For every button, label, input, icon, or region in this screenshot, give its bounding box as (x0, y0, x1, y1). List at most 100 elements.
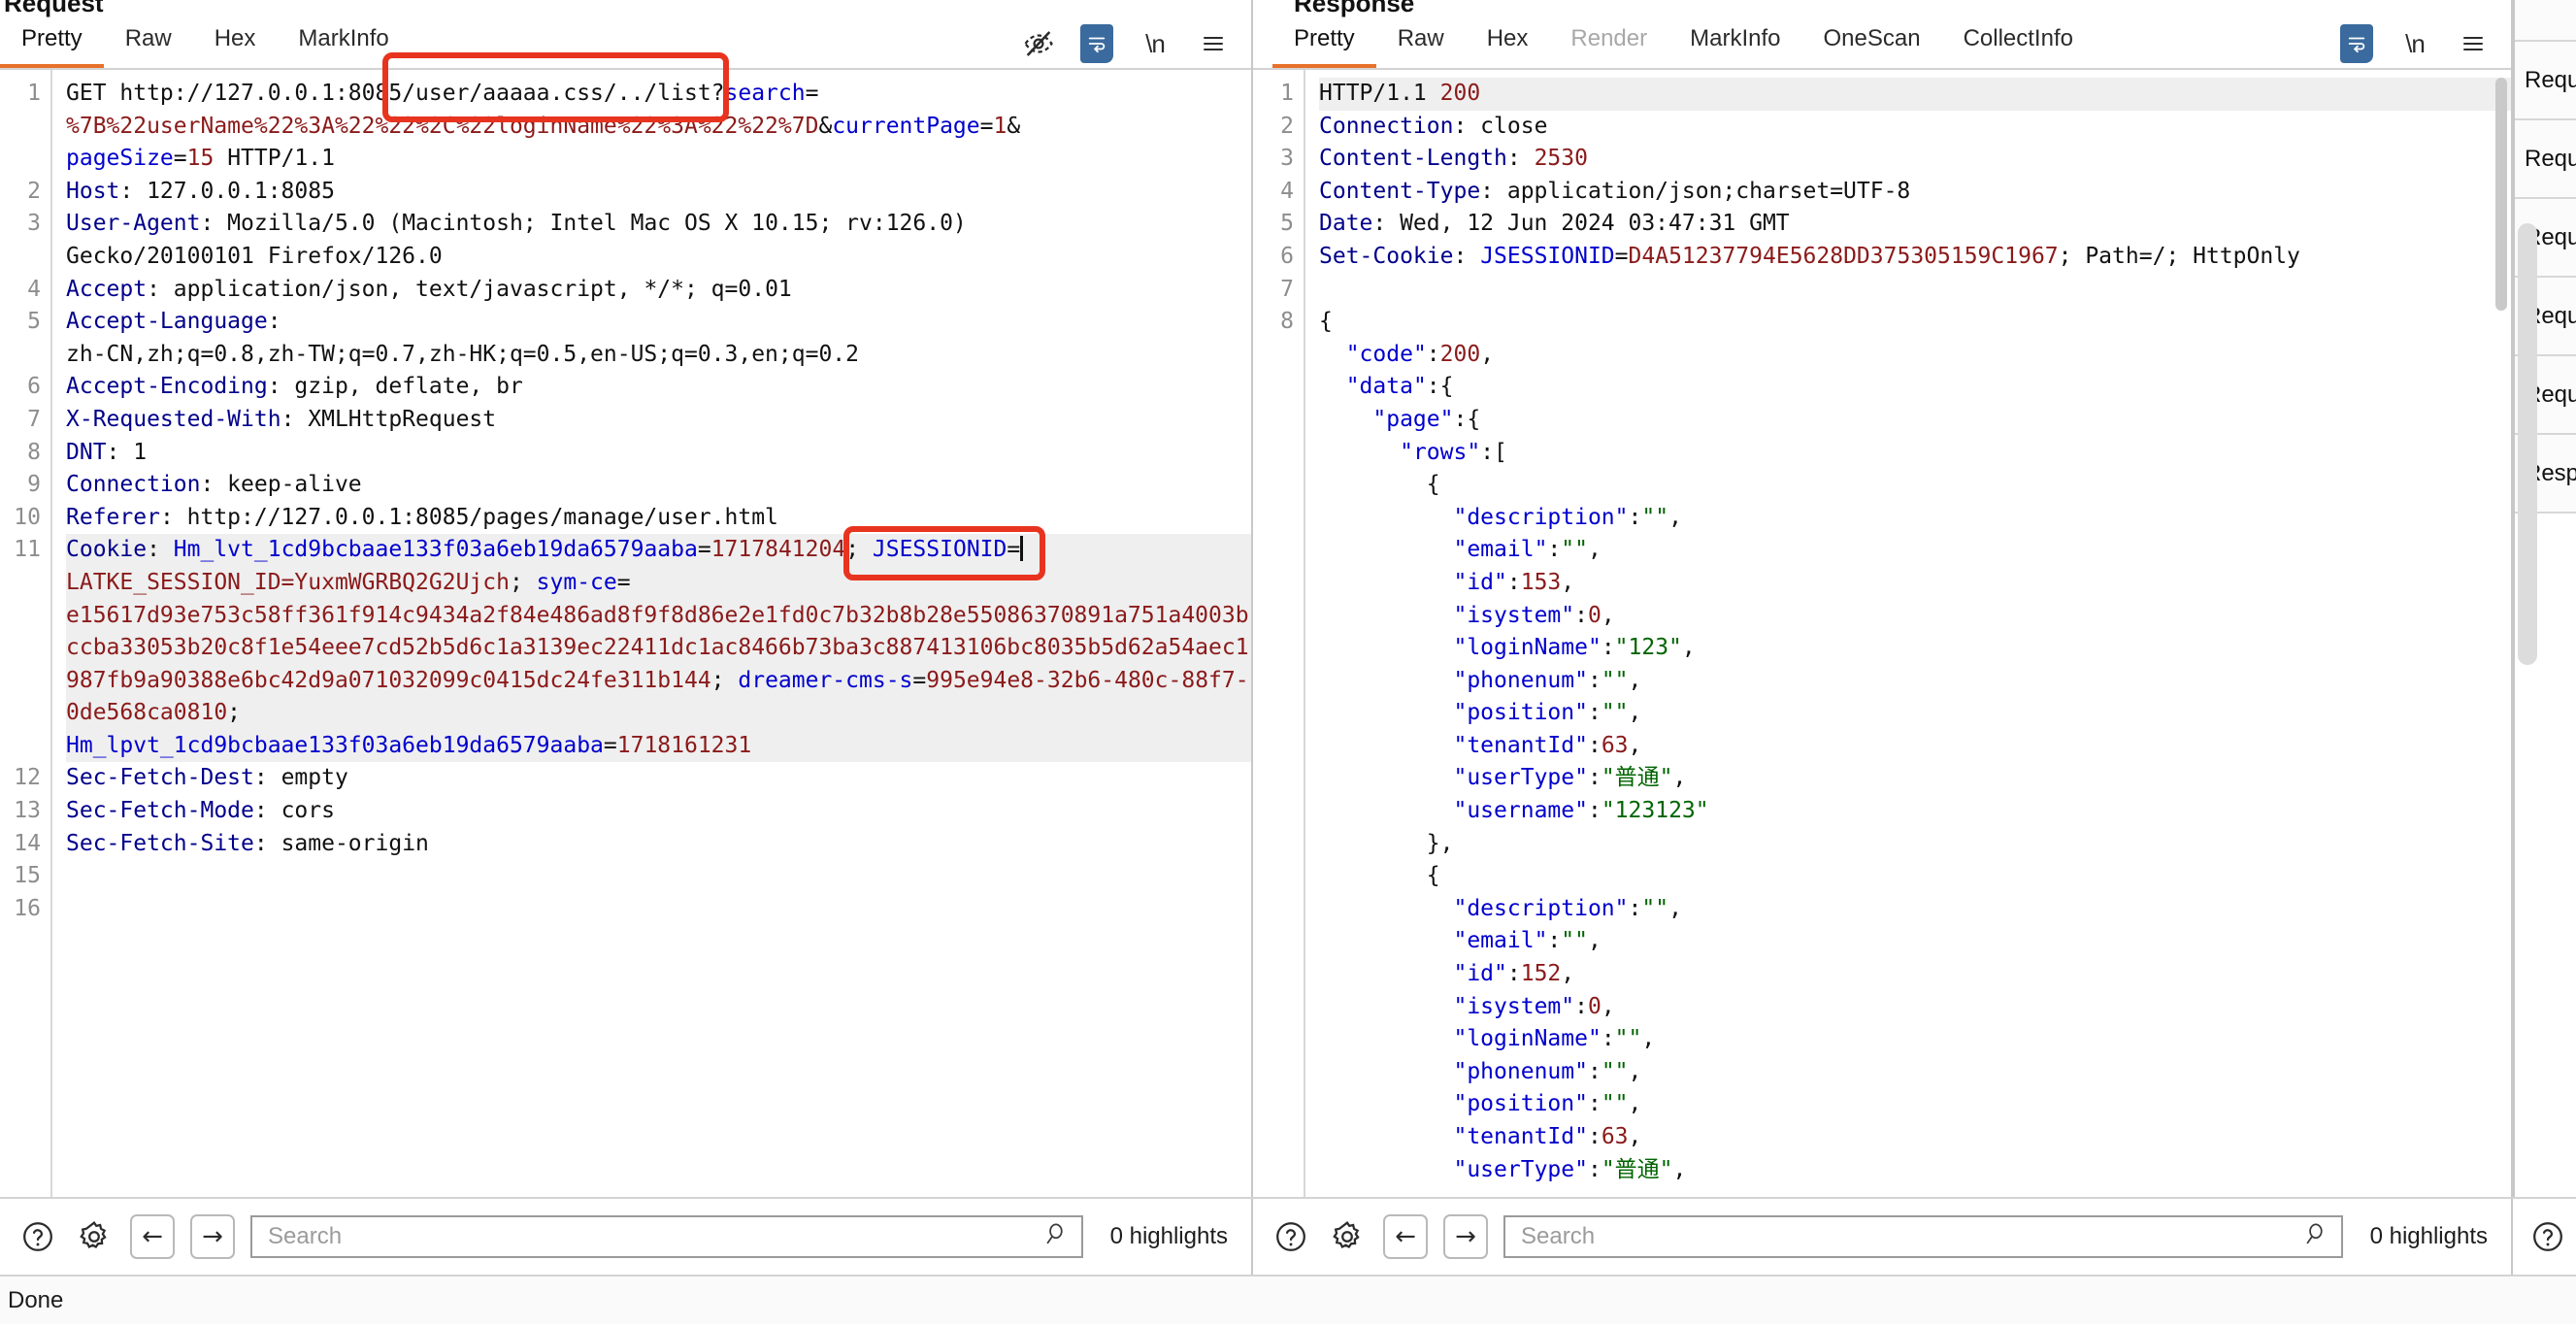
code-line: { "code":200, "data":{ "page":{ "rows":[… (1319, 309, 1709, 1182)
line-number: 2 (1280, 113, 1294, 139)
response-tabstrip: Pretty Raw Hex Render MarkInfo OneScan C… (1253, 17, 2511, 68)
request-body-text[interactable]: GET http://127.0.0.1:8085/user/aaaaa.css… (52, 70, 1251, 1197)
request-tabstrip: Pretty Raw Hex MarkInfo \n (0, 17, 1251, 68)
tab-request-raw[interactable]: Raw (104, 19, 193, 68)
line-number: 6 (27, 374, 41, 400)
rail-item[interactable]: Requ (2515, 120, 2576, 199)
search-next-button[interactable]: → (190, 1214, 235, 1259)
search-input[interactable] (266, 1222, 1044, 1251)
code-line: Date: Wed, 12 Jun 2024 03:47:31 GMT (1319, 211, 1790, 237)
code-line: Accept: application/json, text/javascrip… (66, 276, 792, 302)
rail-top-stub (2515, 0, 2576, 42)
line-number: 7 (1280, 276, 1294, 302)
line-number: 11 (14, 537, 41, 563)
status-bar: Done (0, 1275, 2576, 1324)
code-line: User-Agent: Mozilla/5.0 (Macintosh; Inte… (66, 211, 967, 269)
search-prev-button[interactable]: ← (1383, 1214, 1428, 1259)
response-body-text[interactable]: HTTP/1.1 200 Connection: close Content-Len… (1305, 70, 2511, 1197)
response-search-bar: ← → 0 highlights (1253, 1199, 2513, 1275)
code-line: Connection: keep-alive (66, 472, 362, 498)
help-icon[interactable] (2530, 1216, 2565, 1257)
code-line: Cookie: Hm_lvt_1cd9bcbaae133f03a6eb19da6… (66, 534, 1251, 763)
tab-response-raw[interactable]: Raw (1376, 19, 1466, 68)
line-number: 8 (27, 439, 41, 465)
code-line: Set-Cookie: JSESSIONID=D4A51237794E5628D… (1319, 243, 2300, 269)
request-pane-title: Request (4, 0, 104, 17)
line-number: 15 (14, 863, 41, 889)
newline-icon[interactable]: \n (2398, 27, 2431, 60)
gear-icon[interactable] (1327, 1216, 1368, 1257)
line-number: 7 (27, 406, 41, 432)
rail-item[interactable]: Requ (2515, 42, 2576, 120)
tab-response-onescan[interactable]: OneScan (1801, 19, 1941, 68)
response-line-numbers: 1 2 3 4 5 6 7 8 (1253, 70, 1305, 1197)
line-number: 4 (1280, 178, 1294, 204)
tab-response-pretty[interactable]: Pretty (1272, 19, 1376, 68)
search-next-button[interactable]: → (1443, 1214, 1488, 1259)
line-number: 13 (14, 798, 41, 824)
search-icon[interactable] (1044, 1221, 1070, 1252)
tab-request-hex[interactable]: Hex (193, 19, 278, 68)
line-number: 16 (14, 895, 41, 921)
word-wrap-icon-badge (2340, 24, 2373, 63)
word-wrap-icon-badge (1080, 24, 1113, 63)
tab-response-hex[interactable]: Hex (1466, 19, 1550, 68)
response-tool-icons: \n (2340, 24, 2511, 68)
request-search-bar: ← → 0 highlights (0, 1199, 1253, 1275)
line-number: 1 (1280, 81, 1294, 106)
response-tabs: Pretty Raw Hex Render MarkInfo OneScan C… (1253, 19, 2095, 68)
line-number: 8 (1280, 309, 1294, 335)
code-line: GET http://127.0.0.1:8085/user/aaaaa.css… (66, 81, 1021, 172)
line-number: 3 (27, 211, 41, 237)
tab-request-pretty[interactable]: Pretty (0, 19, 104, 68)
search-input[interactable] (1519, 1222, 2304, 1251)
burp-request-response-viewer: Request Pretty Raw Hex MarkInfo \n 1 2 3… (0, 0, 2576, 1326)
newline-icon[interactable]: \n (1139, 27, 1172, 60)
code-line: Sec-Fetch-Site: same-origin (66, 830, 429, 856)
panes-container: Request Pretty Raw Hex MarkInfo \n 1 2 3… (0, 0, 2576, 1197)
search-input-container[interactable] (250, 1215, 1083, 1258)
code-line: Connection: close (1319, 113, 1548, 139)
right-rail: Requ Requ Requ Requ Requ Resp (2513, 0, 2576, 1197)
code-line: Content-Type: application/json;charset=U… (1319, 178, 1911, 204)
line-number: 9 (27, 472, 41, 498)
line-number: 2 (27, 178, 41, 204)
line-number: 12 (14, 765, 41, 791)
word-wrap-icon[interactable] (1080, 24, 1113, 63)
line-number: 5 (1280, 211, 1294, 237)
request-editor[interactable]: 1 2 3 4 5 6 7 8 9 10 11 12 13 14 15 16 GET http://127.0… (0, 70, 1251, 1197)
tab-request-markinfo[interactable]: MarkInfo (277, 19, 410, 68)
gear-icon[interactable] (74, 1216, 115, 1257)
request-tool-icons: \n (1022, 24, 1251, 68)
response-editor[interactable]: 1 2 3 4 5 6 7 8 HTTP/1.1 200 Connection: close Co… (1253, 70, 2511, 1197)
code-line: Host: 127.0.0.1:8085 (66, 178, 335, 204)
search-icon[interactable] (2304, 1221, 2329, 1252)
tab-response-markinfo[interactable]: MarkInfo (1668, 19, 1801, 68)
help-icon[interactable] (1271, 1216, 1311, 1257)
line-number: 6 (1280, 243, 1294, 269)
eye-off-icon[interactable] (1022, 27, 1055, 60)
tab-response-render[interactable]: Render (1549, 19, 1668, 68)
line-number: 5 (27, 309, 41, 335)
response-highlights-count: 0 highlights (2369, 1223, 2488, 1249)
search-prev-button[interactable]: ← (130, 1214, 175, 1259)
response-pane: Response Pretty Raw Hex Render MarkInfo … (1253, 0, 2513, 1197)
menu-icon[interactable] (2457, 27, 2490, 60)
code-line: HTTP/1.1 200 (1319, 78, 2511, 111)
menu-icon[interactable] (1197, 27, 1230, 60)
code-line: X-Requested-With: XMLHttpRequest (66, 406, 497, 432)
code-line: Content-Length: 2530 (1319, 146, 1588, 172)
response-pane-title: Response (1294, 0, 1415, 17)
help-icon[interactable] (17, 1216, 58, 1257)
code-line: Accept-Language: zh-CN,zh;q=0.8,zh-TW;q=… (66, 309, 859, 367)
rail-scrollbar-thumb[interactable] (2518, 223, 2537, 665)
request-line-numbers: 1 2 3 4 5 6 7 8 9 10 11 12 13 14 15 16 (0, 70, 52, 1197)
response-vertical-scrollbar[interactable] (2495, 78, 2507, 311)
word-wrap-icon[interactable] (2340, 24, 2373, 63)
code-line: Referer: http://127.0.0.1:8085/pages/man… (66, 504, 778, 530)
search-input-container[interactable] (1503, 1215, 2343, 1258)
code-line: Sec-Fetch-Dest: empty (66, 765, 348, 791)
tab-response-collectinfo[interactable]: CollectInfo (1942, 19, 2095, 68)
